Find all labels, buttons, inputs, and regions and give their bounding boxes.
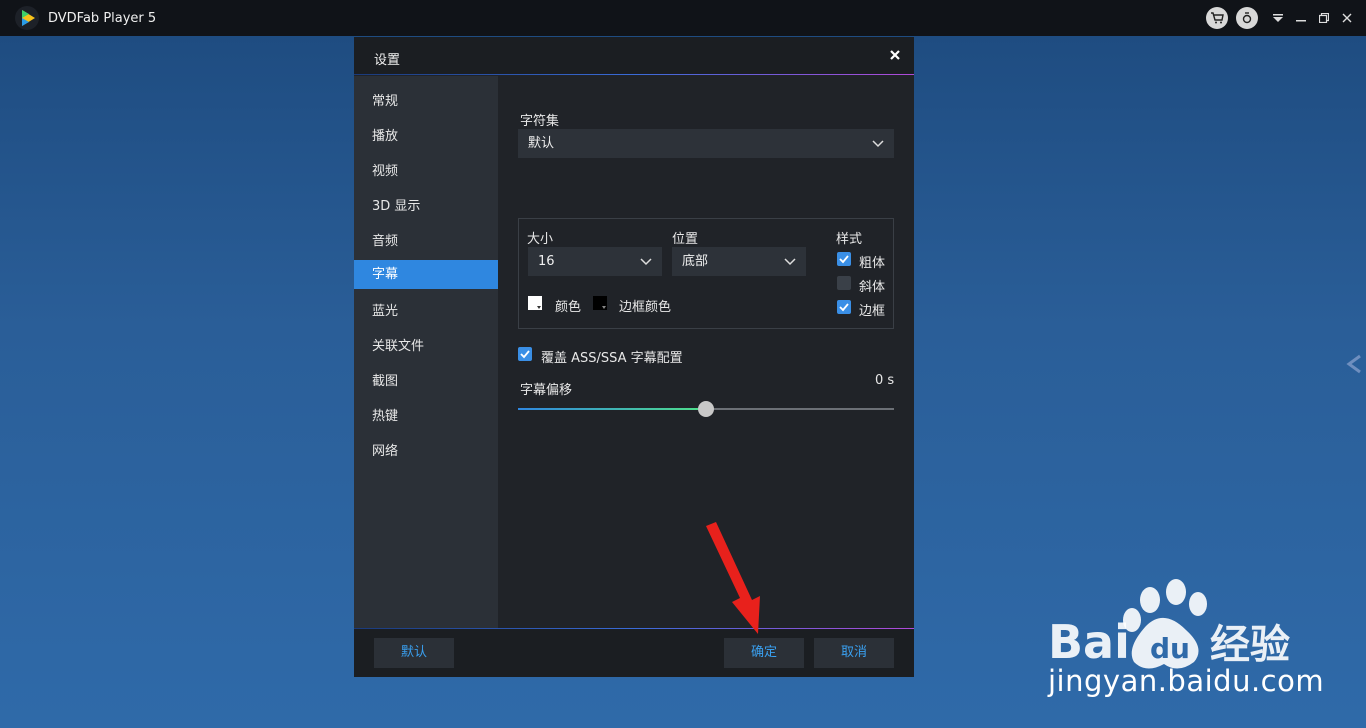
sidebar-item-video[interactable]: 视频: [354, 157, 498, 186]
text-color-label: 颜色: [555, 300, 582, 315]
sidebar-item-subtitle[interactable]: 字幕: [354, 260, 498, 289]
settings-dialog: 设置 常规 播放 视频 3D 显示 音频 字幕 蓝光 关联文件 截图 热键 网络…: [354, 37, 914, 677]
settings-sidebar: 常规 播放 视频 3D 显示 音频 字幕 蓝光 关联文件 截图 热键 网络: [354, 76, 498, 628]
checkmark-icon: [520, 350, 530, 359]
checkmark-icon: [839, 303, 849, 312]
size-select-value: 16: [538, 254, 555, 269]
chevron-down-icon: [784, 258, 796, 266]
size-label: 大小: [527, 232, 554, 247]
text-color-swatch[interactable]: [528, 296, 542, 310]
app-logo-icon: [15, 6, 39, 30]
sidebar-item-screenshot[interactable]: 截图: [354, 367, 498, 396]
italic-checkbox[interactable]: [837, 276, 851, 290]
dialog-header: 设置: [354, 37, 914, 75]
dialog-close-icon[interactable]: [888, 48, 902, 62]
position-label: 位置: [672, 232, 699, 247]
bold-label: 粗体: [859, 256, 886, 271]
sidebar-item-hotkeys[interactable]: 热键: [354, 402, 498, 431]
cancel-button[interactable]: 取消: [814, 638, 894, 668]
dialog-title: 设置: [374, 53, 401, 68]
charset-select[interactable]: 默认: [518, 129, 894, 158]
charset-label: 字符集: [520, 114, 560, 129]
close-icon[interactable]: [1336, 7, 1358, 29]
svg-text:du: du: [1150, 632, 1190, 665]
override-ass-ssa-label: 覆盖 ASS/SSA 字幕配置: [541, 351, 683, 366]
border-color-swatch[interactable]: [593, 296, 607, 310]
subtitle-offset-label: 字幕偏移: [520, 383, 573, 398]
checkmark-icon: [839, 255, 849, 264]
ok-button[interactable]: 确定: [724, 638, 804, 668]
font-style-group: 大小 16 位置 底部 样式 粗体 斜体 边框 颜色 边框颜色: [518, 218, 894, 329]
border-label: 边框: [859, 304, 886, 319]
subtitle-offset-slider[interactable]: [518, 401, 894, 417]
expand-panel-icon[interactable]: [1346, 354, 1362, 378]
dialog-footer: 默认 确定 取消: [354, 628, 914, 677]
sidebar-item-bluray[interactable]: 蓝光: [354, 297, 498, 326]
chevron-down-icon: [872, 140, 884, 148]
minimize-icon[interactable]: [1290, 7, 1312, 29]
charset-select-value: 默认: [528, 136, 555, 151]
svg-text:Bai: Bai: [1048, 615, 1130, 669]
dropdown-corner-icon: [602, 306, 606, 309]
sidebar-item-file-association[interactable]: 关联文件: [354, 332, 498, 361]
sidebar-item-network[interactable]: 网络: [354, 437, 498, 466]
svg-text:经验: 经验: [1210, 622, 1290, 668]
bold-checkbox[interactable]: [837, 252, 851, 266]
annotation-arrow-icon: [706, 522, 760, 634]
watermark-url: jingyan.baidu.com: [1048, 664, 1325, 698]
position-select[interactable]: 底部: [672, 247, 806, 276]
chevron-down-icon: [640, 258, 652, 266]
sidebar-item-playback[interactable]: 播放: [354, 122, 498, 151]
dropdown-corner-icon: [537, 306, 541, 309]
style-label: 样式: [836, 232, 863, 247]
sidebar-item-3d-display[interactable]: 3D 显示: [354, 192, 498, 221]
italic-label: 斜体: [859, 280, 886, 295]
override-ass-ssa-checkbox[interactable]: [518, 347, 532, 361]
slider-fill: [518, 408, 706, 410]
default-button[interactable]: 默认: [374, 638, 454, 668]
app-title: DVDFab Player 5: [48, 10, 157, 26]
cart-icon[interactable]: [1206, 7, 1228, 29]
border-color-label: 边框颜色: [619, 300, 672, 315]
size-select[interactable]: 16: [528, 247, 662, 276]
subtitle-offset-value: 0 s: [875, 373, 895, 388]
position-select-value: 底部: [682, 254, 709, 269]
border-checkbox[interactable]: [837, 300, 851, 314]
title-bar: DVDFab Player 5: [0, 0, 1366, 36]
upgrade-icon[interactable]: [1236, 7, 1258, 29]
restore-icon[interactable]: [1313, 7, 1335, 29]
menu-dropdown-icon[interactable]: [1267, 7, 1289, 29]
sidebar-item-audio[interactable]: 音频: [354, 227, 498, 256]
slider-handle[interactable]: [698, 401, 714, 417]
sidebar-item-general[interactable]: 常规: [354, 87, 498, 116]
